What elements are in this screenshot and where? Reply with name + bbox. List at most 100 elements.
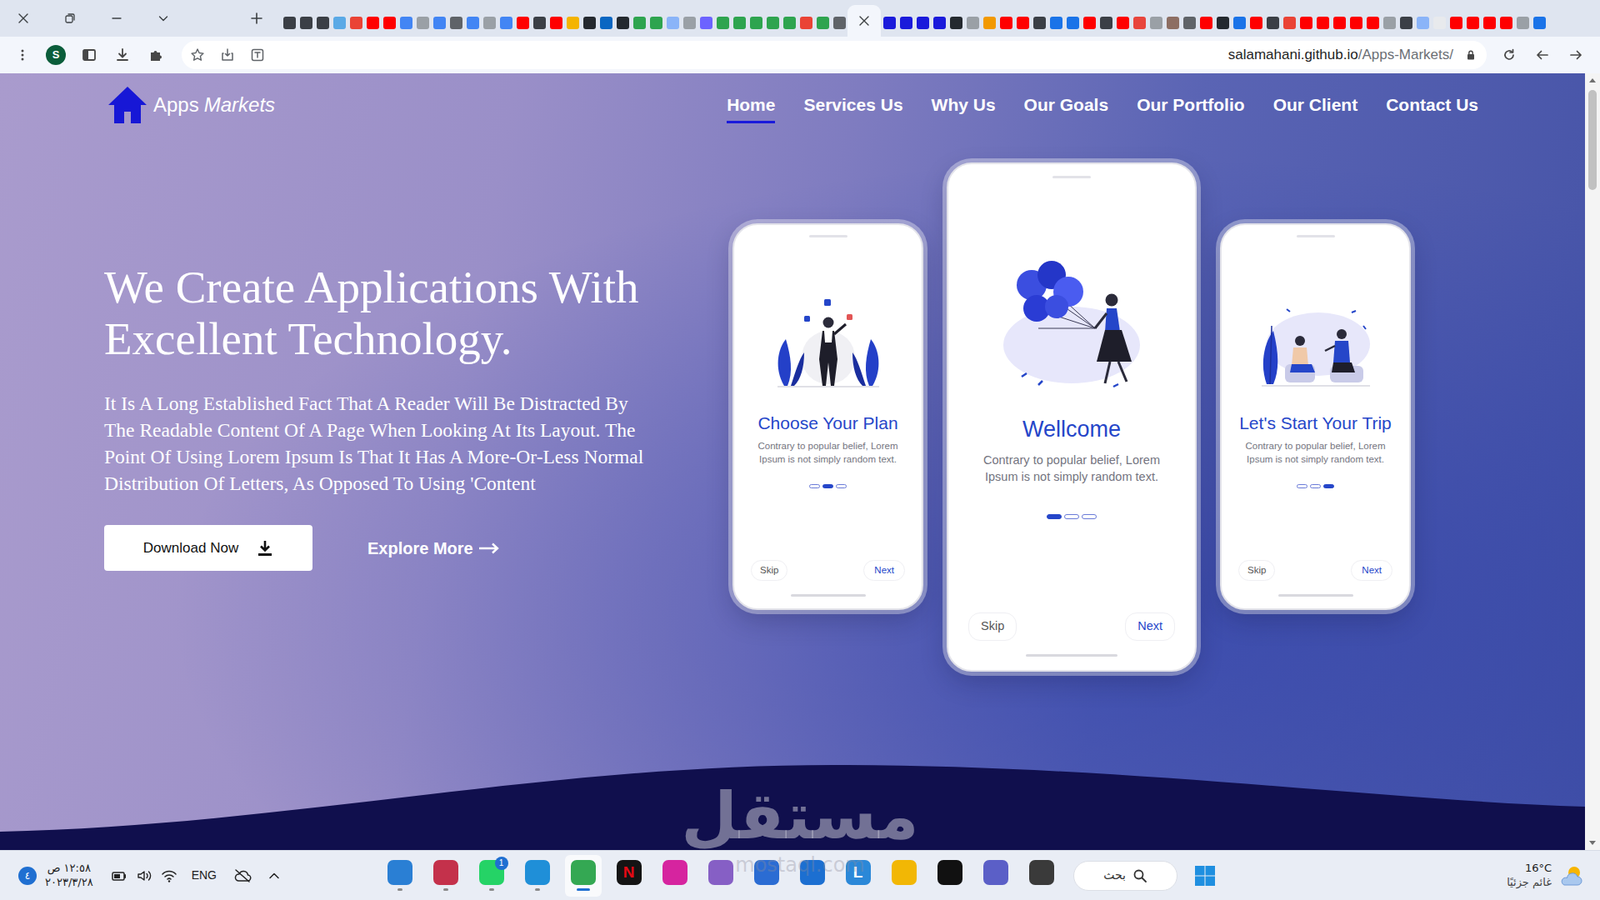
explore-more-label[interactable]: Explore More (367, 535, 474, 561)
app-icon[interactable] (937, 860, 963, 885)
browser-tab[interactable] (1314, 8, 1331, 37)
arrow-right-icon[interactable] (478, 542, 500, 555)
browser-tab[interactable] (1180, 8, 1198, 37)
extensions-puzzle-icon[interactable] (139, 38, 173, 72)
start-windows-icon[interactable] (1186, 857, 1224, 895)
taskbar-app[interactable] (885, 855, 923, 897)
app-icon[interactable] (1029, 860, 1055, 885)
app-icon[interactable] (983, 860, 1009, 885)
browser-tab[interactable] (1197, 8, 1215, 37)
input-language[interactable]: ENG (191, 866, 217, 885)
browser-tab[interactable] (1297, 8, 1315, 37)
download-button[interactable]: Download Now (104, 525, 313, 571)
browser-tab[interactable] (1114, 8, 1131, 37)
app-icon[interactable] (387, 860, 413, 885)
search-label[interactable]: بحث (1103, 866, 1126, 885)
side-panel-icon[interactable] (72, 38, 106, 72)
next-button[interactable]: Next (863, 560, 905, 581)
taskbar-app[interactable] (381, 855, 419, 897)
nav-link[interactable]: Home (726, 86, 775, 125)
browser-tab[interactable] (714, 8, 731, 37)
weather-temperature[interactable]: 16°C (1506, 861, 1552, 876)
taskbar-app[interactable] (794, 855, 831, 897)
taskbar-app[interactable]: 1 (473, 855, 510, 897)
browser-tab[interactable] (580, 8, 598, 37)
browser-tab[interactable] (914, 8, 931, 37)
skip-button[interactable]: Skip (750, 560, 788, 581)
nav-link[interactable]: Our Portfolio (1136, 86, 1245, 125)
app-icon[interactable] (570, 860, 596, 885)
weather-sun-cloud-icon[interactable] (1558, 863, 1585, 889)
app-icon[interactable]: N (616, 860, 642, 885)
battery-plug-icon[interactable] (106, 859, 132, 893)
browser-tab[interactable] (1030, 8, 1048, 37)
weather-text[interactable]: 16°Cغائم جزئيًا (1506, 861, 1552, 890)
app-icon[interactable] (754, 860, 780, 885)
browser-tab[interactable] (1247, 8, 1265, 37)
page-dot[interactable] (1064, 514, 1080, 520)
browser-tab[interactable] (1264, 8, 1281, 37)
browser-tab[interactable] (364, 8, 381, 37)
browser-tab[interactable] (497, 8, 515, 37)
browser-tab[interactable] (1497, 8, 1515, 37)
page-scrollbar[interactable] (1585, 73, 1600, 850)
browser-tab[interactable] (930, 8, 948, 37)
browser-tab[interactable] (997, 8, 1015, 37)
browser-tab[interactable] (780, 8, 798, 37)
browser-tab[interactable] (1464, 8, 1481, 37)
browser-tab[interactable] (1380, 8, 1398, 37)
nav-link[interactable]: Our Client (1273, 86, 1359, 125)
menu-dots-icon[interactable] (5, 38, 40, 72)
browser-tab[interactable] (597, 8, 615, 37)
taskbar-app[interactable] (1023, 855, 1060, 897)
browser-tab[interactable] (697, 8, 715, 37)
install-app-icon[interactable] (212, 40, 243, 70)
forward-arrow-icon[interactable] (1525, 38, 1560, 72)
browser-tab[interactable] (614, 8, 631, 37)
browser-tab[interactable] (1414, 8, 1431, 37)
reload-icon[interactable] (1492, 38, 1526, 72)
browser-tab[interactable] (1430, 8, 1448, 37)
browser-tab[interactable] (880, 8, 898, 37)
browser-tab[interactable] (897, 8, 915, 37)
browser-tab[interactable] (1097, 8, 1115, 37)
browser-tab[interactable] (447, 8, 465, 37)
browser-tab[interactable] (547, 8, 565, 37)
browser-tab[interactable] (397, 8, 415, 37)
taskbar-app[interactable] (748, 855, 785, 897)
browser-tab[interactable] (314, 8, 331, 37)
app-icon[interactable]: L (845, 860, 871, 885)
explore-more-link[interactable]: Explore More (367, 535, 500, 561)
address-bar[interactable]: salamahani.github.io/Apps-Markets/ (181, 40, 1487, 70)
browser-tab[interactable] (1514, 8, 1531, 37)
browser-tab[interactable] (980, 8, 998, 37)
taskbar-app[interactable]: N (610, 855, 648, 897)
browser-tab[interactable] (414, 8, 431, 37)
browser-tab[interactable] (330, 8, 348, 37)
back-arrow-icon[interactable] (1559, 38, 1593, 72)
show-hidden-icons-chevron-icon[interactable] (261, 859, 287, 893)
browser-tab[interactable] (947, 8, 965, 37)
browser-tab[interactable] (664, 8, 681, 37)
browser-tab[interactable] (964, 8, 981, 37)
app-icon[interactable] (662, 860, 688, 885)
app-icon[interactable] (800, 860, 825, 885)
close-tab-icon[interactable] (858, 15, 870, 27)
browser-tab[interactable] (647, 8, 665, 37)
clock-date[interactable]: ٢٠٢٣/٣/٢٨ (45, 875, 94, 890)
app-icon[interactable] (433, 860, 459, 885)
app-glyph[interactable]: L (853, 860, 864, 885)
clock[interactable]: ١٢:٥٨ ص٢٠٢٣/٣/٢٨ (45, 861, 94, 890)
browser-tab[interactable] (564, 8, 581, 37)
browser-tab[interactable] (430, 8, 448, 37)
lock-icon[interactable] (1465, 49, 1477, 61)
browser-tab[interactable] (680, 8, 698, 37)
app-icon[interactable] (708, 860, 734, 885)
taskbar-app[interactable] (656, 855, 694, 897)
browser-tab[interactable] (347, 8, 365, 37)
page-dot[interactable] (1296, 484, 1308, 489)
page-dot[interactable] (1081, 514, 1097, 520)
search-icon[interactable] (1132, 868, 1148, 884)
scroll-thumb[interactable] (1588, 90, 1597, 190)
browser-tab[interactable] (630, 8, 648, 37)
